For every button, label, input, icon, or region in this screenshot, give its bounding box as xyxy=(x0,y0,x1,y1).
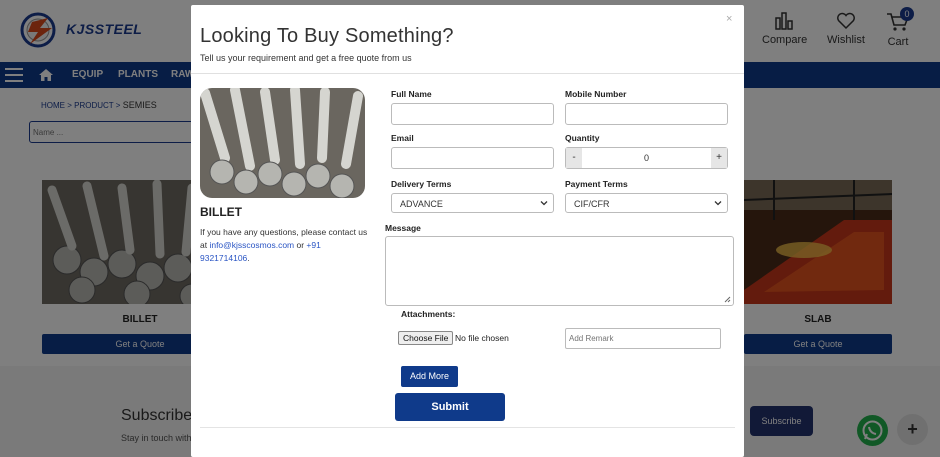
submit-button[interactable]: Submit xyxy=(395,393,505,421)
attachments-label: Attachments: xyxy=(401,309,456,319)
full-name-field[interactable] xyxy=(391,103,554,125)
close-icon[interactable]: × xyxy=(726,13,732,25)
divider xyxy=(191,73,744,74)
payment-terms-label: Payment Terms xyxy=(565,179,628,189)
message-textarea[interactable] xyxy=(385,236,734,306)
email-label: Email xyxy=(391,133,414,143)
quantity-decrement-button[interactable]: - xyxy=(566,148,582,168)
quantity-input[interactable]: 0 xyxy=(582,148,711,168)
choose-file-button[interactable]: Choose File xyxy=(398,331,454,345)
billet-image xyxy=(200,88,365,198)
full-name-label: Full Name xyxy=(391,89,432,99)
delivery-terms-value: ADVANCE xyxy=(400,199,443,209)
mobile-number-label: Mobile Number xyxy=(565,89,627,99)
quantity-label: Quantity xyxy=(565,133,600,143)
help-email-link[interactable]: info@kjsscosmos.com xyxy=(209,240,294,250)
delivery-terms-label: Delivery Terms xyxy=(391,179,452,189)
quote-modal: × Looking To Buy Something? Tell us your… xyxy=(191,5,744,457)
quantity-stepper: - 0 + xyxy=(565,147,728,169)
modal-subtitle: Tell us your requirement and get a free … xyxy=(200,53,412,63)
product-name: BILLET xyxy=(200,205,242,219)
file-status-text: No file chosen xyxy=(455,333,509,343)
email-field[interactable] xyxy=(391,147,554,169)
resize-handle-icon[interactable] xyxy=(724,296,731,303)
modal-title: Looking To Buy Something? xyxy=(200,25,454,47)
quantity-increment-button[interactable]: + xyxy=(711,148,727,168)
payment-terms-value: CIF/CFR xyxy=(574,199,610,209)
mobile-number-field[interactable] xyxy=(565,103,728,125)
divider xyxy=(200,427,735,428)
help-text-or: or xyxy=(294,240,307,250)
delivery-terms-select[interactable]: ADVANCE xyxy=(391,193,554,213)
help-text: If you have any questions, please contac… xyxy=(200,226,370,265)
message-label: Message xyxy=(385,223,421,233)
add-more-button[interactable]: Add More xyxy=(401,366,458,387)
help-text-end: . xyxy=(247,253,250,263)
add-remark-input[interactable] xyxy=(565,328,721,349)
payment-terms-select[interactable]: CIF/CFR xyxy=(565,193,728,213)
chevron-down-icon xyxy=(540,201,548,206)
chevron-down-icon xyxy=(714,201,722,206)
